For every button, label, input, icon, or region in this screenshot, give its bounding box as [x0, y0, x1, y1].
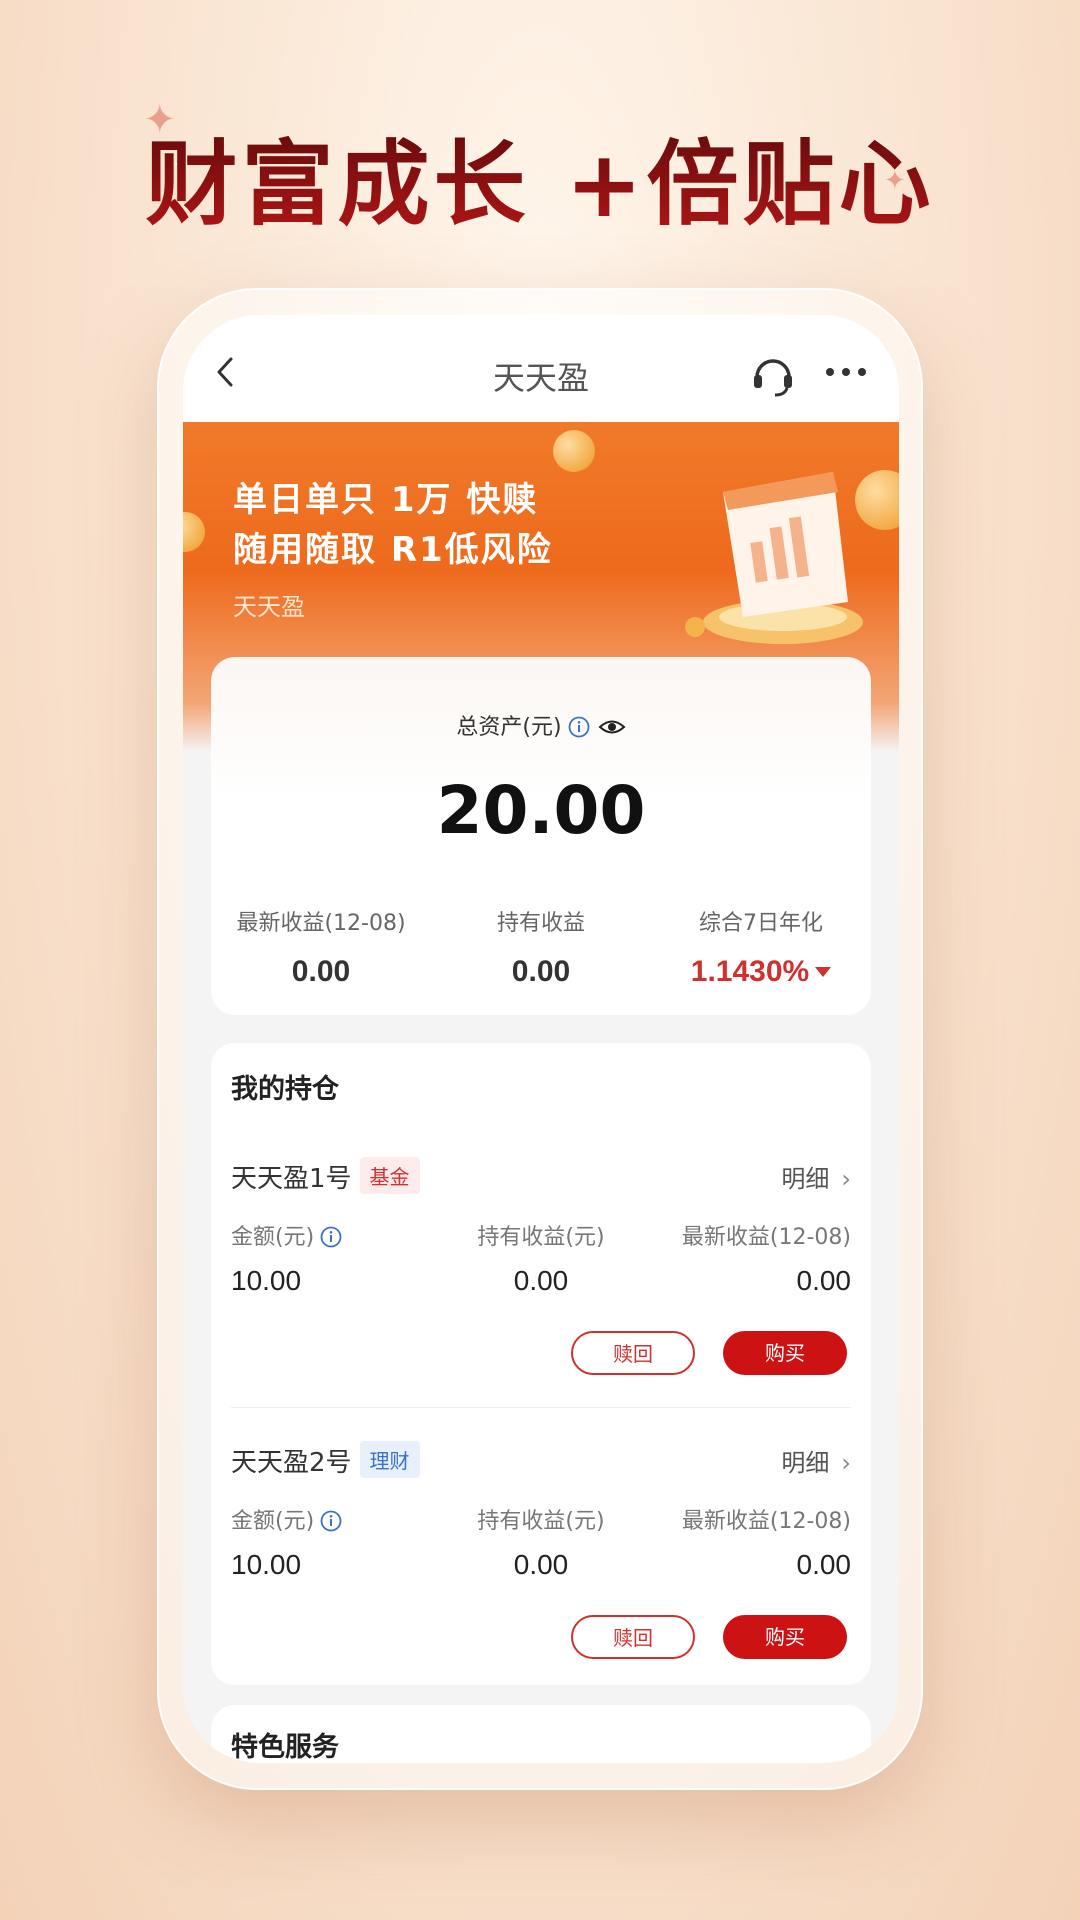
- holding-name: 天天盈1号 基金: [231, 1157, 420, 1195]
- divider: [231, 1407, 851, 1408]
- banner-line-2: 随用随取 R1低风险: [233, 530, 553, 570]
- info-icon[interactable]: [320, 1510, 342, 1532]
- info-icon[interactable]: [568, 716, 590, 738]
- latest-income-value: 0.00: [796, 1265, 852, 1296]
- total-assets-value: 20.00: [436, 772, 646, 849]
- stat-label: 综合7日年化: [699, 911, 823, 936]
- total-assets-label-text: 总资产(元): [456, 715, 562, 740]
- detail-link[interactable]: 明细 ›: [781, 1159, 851, 1194]
- stat-value: 0.00: [291, 955, 351, 988]
- buy-button[interactable]: 购买: [723, 1331, 847, 1375]
- holdings-title: 我的持仓: [231, 1074, 339, 1105]
- services-card: 特色服务: [211, 1705, 871, 1763]
- redeem-button[interactable]: 赎回: [571, 1615, 695, 1659]
- stat-7day-yield[interactable]: 综合7日年化 1.1430%: [651, 905, 871, 989]
- buy-button[interactable]: 购买: [723, 1615, 847, 1659]
- hold-income-label: 持有收益(元): [477, 1225, 605, 1250]
- hold-income-value: 0.00: [513, 1265, 569, 1296]
- holding-tag: 基金: [359, 1157, 420, 1194]
- latest-income-value: 0.00: [796, 1549, 852, 1580]
- hold-income-label: 持有收益(元): [477, 1509, 605, 1534]
- latest-income-label: 最新收益(12-08): [681, 1225, 851, 1250]
- more-dots-icon[interactable]: [823, 357, 869, 387]
- nav-bar: 天天盈: [183, 315, 899, 422]
- latest-income-label: 最新收益(12-08): [681, 1509, 851, 1534]
- coin-icon: [553, 430, 595, 472]
- chevron-right-icon: ›: [841, 1449, 851, 1477]
- total-assets-label: 总资产(元): [211, 709, 871, 741]
- coin-icon: [183, 512, 205, 552]
- detail-link[interactable]: 明细 ›: [781, 1443, 851, 1478]
- amount-label: 金额(元): [231, 1503, 342, 1535]
- holding-tag: 理财: [359, 1441, 420, 1478]
- headset-icon[interactable]: [749, 351, 797, 399]
- stat-latest-income: 最新收益(12-08) 0.00: [211, 905, 431, 989]
- info-icon[interactable]: [320, 1226, 342, 1248]
- stat-label: 持有收益: [496, 911, 585, 936]
- eye-icon[interactable]: [598, 716, 626, 738]
- phone-screen: 天天盈 单日单只 1万 快赎 随用随取 R1低风险 天天盈 总资产(元) 20.…: [183, 315, 899, 1763]
- detail-label: 明细: [781, 1449, 830, 1477]
- holding-item: 天天盈1号 基金 明细 › 金额(元) 持有收益(元) 最新收益(12-08) 10…: [211, 1157, 871, 1407]
- hold-income-value: 0.00: [513, 1549, 569, 1580]
- stat-label: 最新收益(12-08): [236, 911, 406, 936]
- amount-label-text: 金额(元): [231, 1225, 315, 1250]
- holding-item: 天天盈2号 理财 明细 › 金额(元) 持有收益(元) 最新收益(12-08) 10…: [211, 1441, 871, 1691]
- amount-label-text: 金额(元): [231, 1509, 315, 1534]
- chevron-right-icon: ›: [841, 1165, 851, 1193]
- assets-card: 总资产(元) 20.00 最新收益(12-08) 0.00 持有收益 0.00 …: [211, 657, 871, 1015]
- stat-value: 0.00: [511, 955, 571, 988]
- stat-value: 1.1430%: [651, 955, 871, 989]
- amount-value: 10.00: [231, 1265, 302, 1296]
- stat-holding-income: 持有收益 0.00: [431, 905, 651, 989]
- redeem-button[interactable]: 赎回: [571, 1331, 695, 1375]
- services-title: 特色服务: [231, 1732, 339, 1763]
- holding-name-text: 天天盈1号: [231, 1164, 352, 1194]
- banner-line-1: 单日单只 1万 快赎: [233, 480, 539, 520]
- holdings-card: 我的持仓 天天盈1号 基金 明细 › 金额(元) 持有收益(元) 最新收益(12-0…: [211, 1043, 871, 1685]
- banner-subtitle: 天天盈: [233, 593, 305, 621]
- amount-label: 金额(元): [231, 1219, 342, 1251]
- calendar-icon: [685, 472, 863, 644]
- holding-name-text: 天天盈2号: [231, 1448, 352, 1478]
- promo-headline: 财富成长 +倍贴心: [0, 110, 1080, 243]
- detail-label: 明细: [781, 1165, 830, 1193]
- caret-down-icon: [815, 967, 832, 977]
- holding-name: 天天盈2号 理财: [231, 1441, 420, 1479]
- amount-value: 10.00: [231, 1549, 302, 1580]
- yield-value: 1.1430%: [690, 955, 810, 988]
